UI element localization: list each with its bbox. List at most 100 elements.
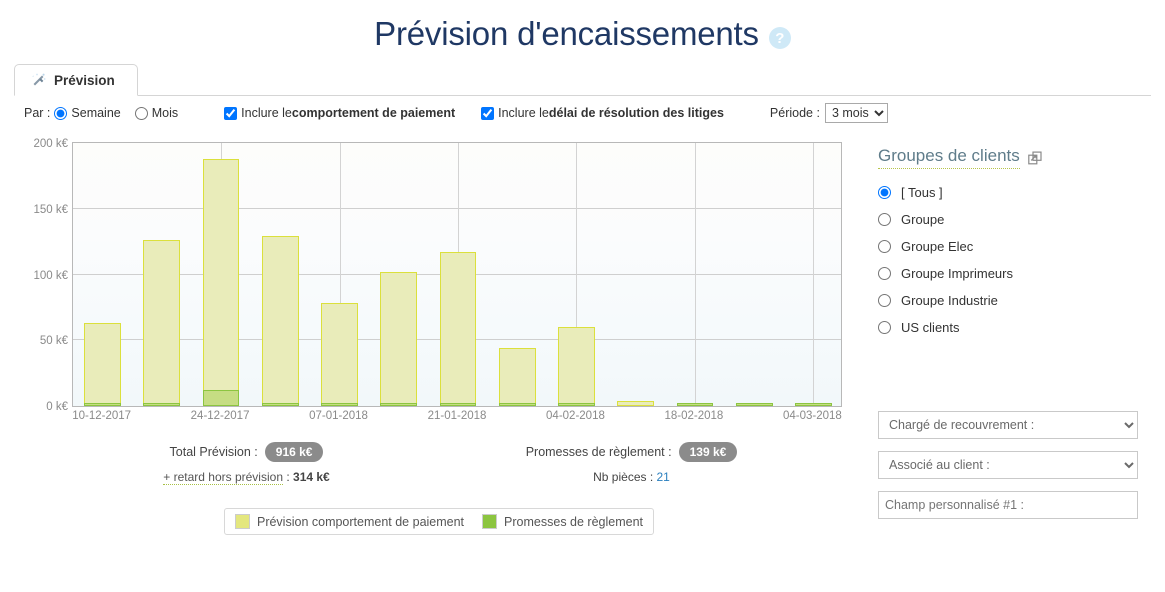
bar-group[interactable] <box>261 143 299 406</box>
help-circle-icon[interactable]: ? <box>768 27 791 49</box>
radio-mois-input[interactable] <box>134 106 148 120</box>
bar-group[interactable] <box>84 143 121 406</box>
nb-pieces-value[interactable]: 21 <box>657 470 670 484</box>
retard-hors-prevision-value: 314 k€ <box>293 470 330 484</box>
sidebar-group-label: Groupe Imprimeurs <box>901 266 1013 281</box>
plot-area <box>72 142 842 407</box>
bar-prevision[interactable] <box>261 236 299 406</box>
radio-mois[interactable]: Mois <box>134 106 179 120</box>
total-prevision-block: Total Prévision : 916 k€ + retard hors p… <box>54 442 439 485</box>
checkbox-comportement-bold: comportement de paiement <box>291 106 456 120</box>
x-axis-tick-label: 21-01-2018 <box>427 410 487 422</box>
chart-controls-bar: Par : Semaine Mois Inclure le comporteme… <box>0 96 1165 130</box>
bar-promesses[interactable] <box>795 403 832 406</box>
associe-client-select[interactable]: Associé au client : <box>878 451 1138 479</box>
bar-prevision[interactable] <box>617 400 655 406</box>
bar-promesses[interactable] <box>498 403 536 406</box>
sidebar-group-label: US clients <box>901 320 960 335</box>
radio-semaine[interactable]: Semaine <box>54 106 121 120</box>
bar-promesses[interactable] <box>439 403 477 406</box>
sidebar-group-radio[interactable] <box>878 240 891 253</box>
bar-group[interactable] <box>380 143 418 406</box>
y-axis-tick-label: 100 k€ <box>33 269 68 282</box>
page-header: Prévision d'encaissements ? <box>0 0 1165 62</box>
legend-item-promesses[interactable]: Promesses de règlement <box>482 514 643 529</box>
x-axis-tick-label: 10-12-2017 <box>72 410 132 422</box>
tab-prevision[interactable]: Prévision <box>14 64 138 96</box>
sidebar-group-radio[interactable] <box>878 213 891 226</box>
bar-promesses[interactable] <box>558 403 595 406</box>
chart-legend: Prévision comportement de paiement Prome… <box>0 508 824 535</box>
sidebar-group-item[interactable]: [ Tous ] <box>878 179 1153 206</box>
legend-label-promesses: Promesses de règlement <box>504 514 643 529</box>
bar-prevision[interactable] <box>380 271 418 406</box>
sidebar-group-item[interactable]: Groupe Elec <box>878 233 1153 260</box>
bar-prevision[interactable] <box>558 327 595 406</box>
sidebar-group-radio[interactable] <box>878 294 891 307</box>
retard-hors-prevision-link[interactable]: + retard hors prévision <box>163 470 283 485</box>
tab-strip: Prévision <box>14 62 1151 96</box>
bar-promesses[interactable] <box>84 403 121 406</box>
bar-prevision[interactable] <box>321 303 358 406</box>
y-axis-tick-label: 150 k€ <box>33 203 68 216</box>
bar-group[interactable] <box>617 143 655 406</box>
external-link-icon[interactable] <box>1027 151 1042 165</box>
period-select[interactable]: 3 mois <box>824 103 888 123</box>
promesses-badge: 139 k€ <box>678 442 738 462</box>
x-axis-tick-label: 07-01-2018 <box>309 410 368 422</box>
legend-box: Prévision comportement de paiement Prome… <box>223 508 654 535</box>
bar-promesses[interactable] <box>380 403 418 406</box>
legend-item-prevision[interactable]: Prévision comportement de paiement <box>234 514 465 529</box>
bar-group[interactable] <box>558 143 595 406</box>
bar-promesses[interactable] <box>676 403 714 406</box>
bar-promesses[interactable] <box>735 403 773 406</box>
bar-promesses[interactable] <box>202 390 240 406</box>
y-axis-tick-label: 200 k€ <box>33 138 68 150</box>
checkbox-delai-litiges[interactable]: Inclure le délai de résolution des litig… <box>481 106 724 120</box>
bar-promesses[interactable] <box>261 403 299 406</box>
sidebar-group-item[interactable]: US clients <box>878 314 1153 341</box>
checkbox-comportement-paiement-input[interactable] <box>224 106 238 120</box>
bar-group[interactable] <box>676 143 714 406</box>
bar-group[interactable] <box>795 143 832 406</box>
radio-semaine-input[interactable] <box>54 106 68 120</box>
bar-group[interactable] <box>735 143 773 406</box>
charge-recouvrement-select[interactable]: Chargé de recouvrement : <box>878 411 1138 439</box>
radio-semaine-label: Semaine <box>71 106 121 120</box>
y-axis: 0 k€ 50 k€ 100 k€ 150 k€ 200 k€ <box>18 138 68 413</box>
par-label: Par : <box>24 106 51 120</box>
bar-group[interactable] <box>439 143 477 406</box>
sidebar-title[interactable]: Groupes de clients <box>878 146 1020 169</box>
retard-separator: : <box>283 470 294 484</box>
sidebar-group-label: Groupe Industrie <box>901 293 998 308</box>
checkbox-delai-prefix: Inclure le <box>498 106 549 120</box>
checkbox-comportement-paiement[interactable]: Inclure le comportement de paiement <box>224 106 455 120</box>
sidebar-group-item[interactable]: Groupe <box>878 206 1153 233</box>
bar-group[interactable] <box>321 143 358 406</box>
legend-label-prevision: Prévision comportement de paiement <box>256 514 465 529</box>
bar-prevision[interactable] <box>84 323 121 406</box>
x-axis-tick-label: 18-02-2018 <box>664 410 724 422</box>
client-groups-radio-list: [ Tous ] Groupe Groupe Elec Groupe Imprimeu… <box>878 179 1153 341</box>
bar-prevision[interactable] <box>498 348 536 406</box>
content-area: 0 k€ 50 k€ 100 k€ 150 k€ 200 k€ 10-12-2017 24… <box>0 130 1165 535</box>
promesses-label: Promesses de règlement : <box>525 445 672 459</box>
bar-promesses[interactable] <box>143 403 181 406</box>
sidebar-group-item[interactable]: Groupe Industrie <box>878 287 1153 314</box>
bar-prevision[interactable] <box>439 252 477 406</box>
sidebar-group-radio[interactable] <box>878 321 891 334</box>
bar-group[interactable] <box>498 143 536 406</box>
sidebar-group-radio[interactable] <box>878 267 891 280</box>
sidebar-group-radio[interactable] <box>878 186 891 199</box>
bar-prevision[interactable] <box>143 240 181 406</box>
promesses-reglement-block: Promesses de règlement : 139 k€ Nb pièce… <box>439 442 824 484</box>
bar-promesses[interactable] <box>321 403 358 406</box>
bar-group[interactable] <box>143 143 181 406</box>
bar-group[interactable] <box>202 143 240 406</box>
bar-prevision[interactable] <box>202 158 240 406</box>
champ-personnalise-1-input[interactable] <box>878 491 1138 519</box>
checkbox-delai-litiges-input[interactable] <box>481 106 495 120</box>
radio-mois-label: Mois <box>151 106 179 120</box>
sidebar-group-item[interactable]: Groupe Imprimeurs <box>878 260 1153 287</box>
x-axis-tick-label: 24-12-2017 <box>190 410 250 422</box>
